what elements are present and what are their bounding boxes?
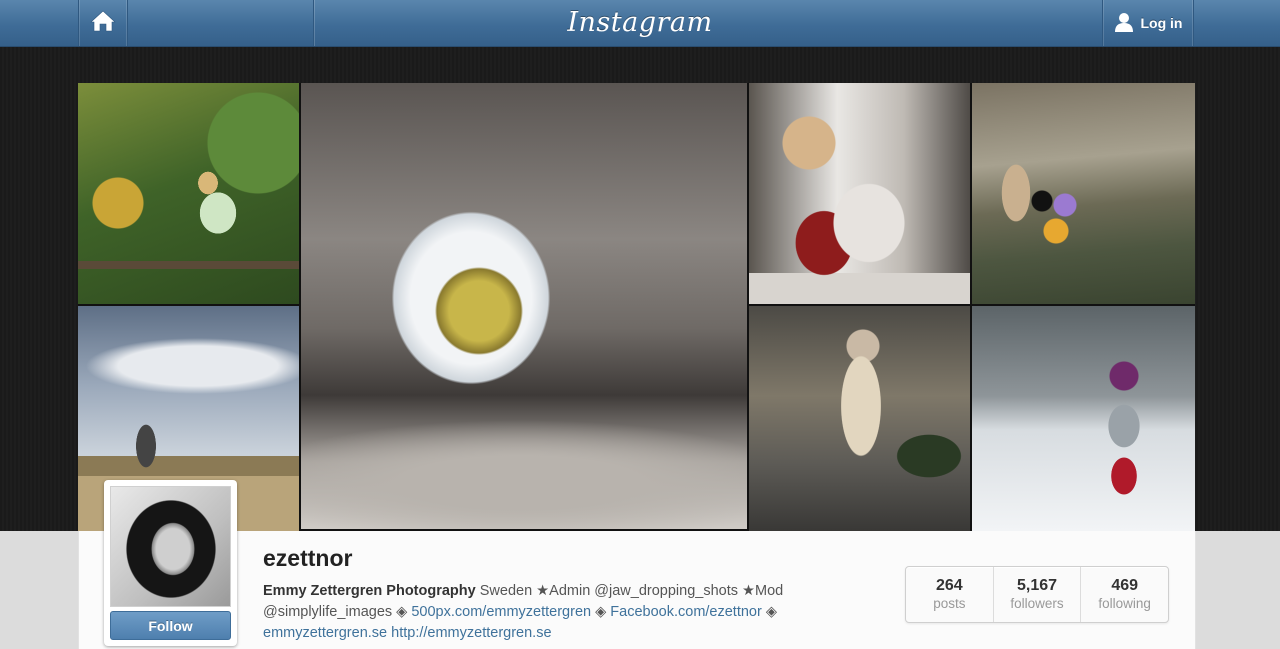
follow-button[interactable]: Follow	[110, 611, 231, 640]
profile-stats: 264 posts 5,167 followers 469 following	[905, 566, 1169, 623]
home-button[interactable]	[78, 0, 128, 46]
photo-tile-boy-with-toy[interactable]	[749, 83, 970, 304]
bio-full-name: Emmy Zettergren Photography	[263, 583, 476, 599]
stat-followers-label: followers	[1010, 596, 1064, 611]
bio-separator: ◈	[591, 604, 611, 620]
bio-link-500px[interactable]: 500px.com/emmyzettergren	[411, 604, 591, 620]
bio-link-facebook[interactable]: Facebook.com/ezettnor	[610, 604, 762, 620]
stat-posts-label: posts	[933, 596, 966, 611]
login-label: Log in	[1140, 15, 1183, 31]
stat-posts[interactable]: 264 posts	[906, 567, 994, 622]
avatar-card: Follow	[104, 480, 237, 646]
login-button[interactable]: Log in	[1102, 0, 1194, 46]
nav-divider	[313, 0, 314, 46]
stat-followers[interactable]: 5,167 followers	[994, 567, 1082, 622]
profile-username: ezettnor	[263, 545, 353, 571]
photo-grid	[78, 83, 1195, 531]
bio-separator: ◈	[761, 604, 778, 620]
instagram-logo[interactable]: Instagram	[540, 4, 740, 42]
profile-bio: Emmy Zettergren Photography Sweden ★Admi…	[263, 581, 823, 644]
stat-following-label: following	[1098, 596, 1151, 611]
stat-following[interactable]: 469 following	[1081, 567, 1168, 622]
avatar[interactable]	[110, 486, 231, 607]
photo-tile-child-with-balloons[interactable]	[972, 83, 1195, 304]
home-icon	[90, 10, 116, 37]
photo-tile-frosted-daisy[interactable]	[301, 83, 747, 529]
profile-website-link[interactable]: http://emmyzettergren.se	[391, 625, 551, 641]
stat-posts-count: 264	[935, 577, 963, 594]
top-nav-bar: Instagram Log in	[0, 0, 1280, 47]
photo-tile-girl-on-bench[interactable]	[78, 83, 299, 304]
stat-following-count: 469	[1111, 577, 1139, 594]
bio-link-website[interactable]: emmyzettergren.se	[263, 625, 387, 641]
photo-tile-toddler-in-snow[interactable]	[972, 306, 1195, 531]
user-icon	[1114, 12, 1134, 35]
photo-tile-girl-in-coat[interactable]	[749, 306, 970, 531]
stat-followers-count: 5,167	[1016, 577, 1058, 594]
